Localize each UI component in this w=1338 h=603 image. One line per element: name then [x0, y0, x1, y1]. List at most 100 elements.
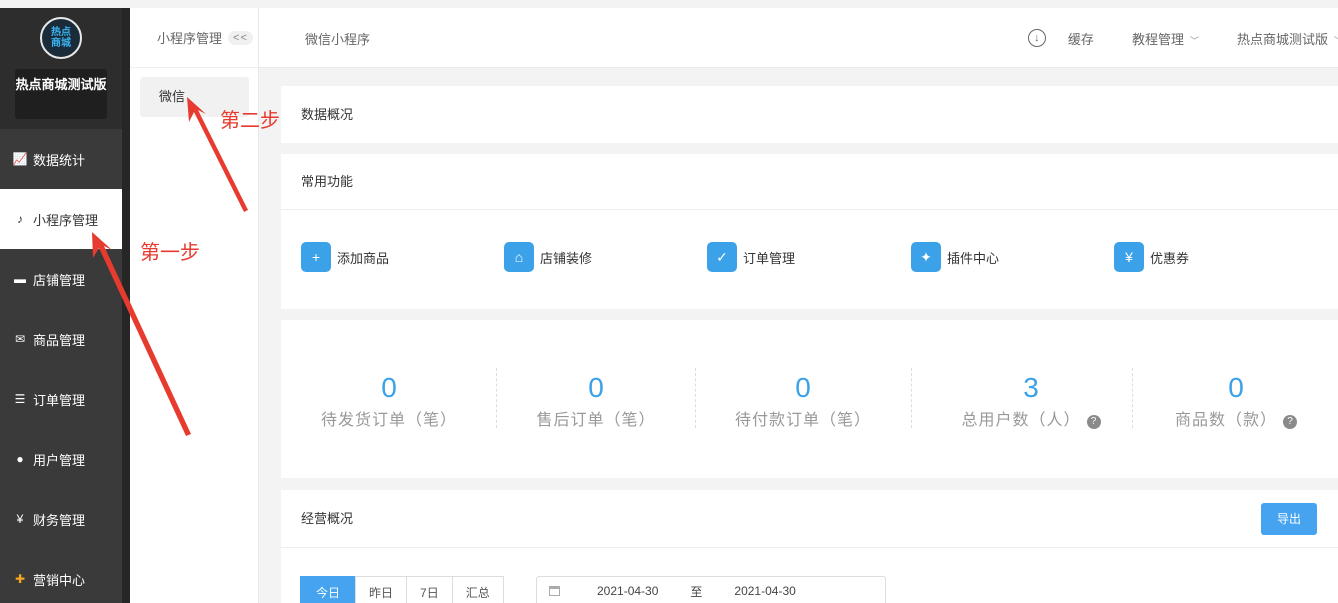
- func-label: 添加商品: [337, 250, 390, 266]
- help-icon[interactable]: ?: [1086, 415, 1101, 429]
- stat-divider: [695, 368, 696, 428]
- sidebar-item-label: 商品管理: [33, 332, 86, 348]
- stat-label-text: 总用户数（人）: [961, 412, 1081, 429]
- func-add-goods[interactable]: + 添加商品: [301, 242, 389, 272]
- range-tabs: 今日 昨日 7日 汇总: [300, 576, 504, 603]
- range-tab-yesterday[interactable]: 昨日: [355, 576, 408, 603]
- marketing-icon: ✚: [14, 572, 26, 586]
- sidebar-edge: [122, 8, 130, 603]
- main-sidebar: 热点商城 热点商城测试版 📈 数据统计 ♪ 小程序管理 ▬ 店铺管理 ✉ 商品管理 ☰ 订…: [0, 8, 122, 603]
- logo[interactable]: 热点商城: [40, 17, 82, 59]
- goods-icon: ✉: [14, 332, 26, 346]
- shop-name[interactable]: 热点商城测试版: [15, 69, 107, 119]
- overview-title: 数据概况: [301, 107, 354, 122]
- func-label: 订单管理: [743, 250, 796, 266]
- stat-value: 0: [381, 372, 397, 403]
- sub-nav: 小程序管理 << 微信: [130, 8, 259, 603]
- breadcrumb: 微信小程序: [305, 32, 371, 47]
- stat-label-text: 商品数（款）: [1174, 412, 1277, 429]
- chart-line-icon: 📈: [12, 152, 28, 166]
- add-goods-icon: +: [301, 242, 331, 272]
- func-coupon[interactable]: ¥ 优惠券: [1114, 242, 1189, 272]
- collapse-button[interactable]: <<: [228, 30, 253, 45]
- stat-divider: [1132, 368, 1133, 428]
- miniprogram-icon: ♪: [17, 212, 23, 226]
- range-tab-today[interactable]: 今日: [300, 576, 357, 603]
- stat-label: 售后订单（笔）: [536, 412, 656, 429]
- sidebar-item-label: 营销中心: [33, 572, 86, 588]
- sidebar-item-miniprogram[interactable]: ♪ 小程序管理: [0, 189, 122, 249]
- func-store-decor[interactable]: ⌂ 店铺装修: [504, 242, 592, 272]
- stat-label: 总用户数（人）?: [931, 406, 1131, 430]
- stat-value: 3: [1023, 372, 1039, 403]
- stats-card: 0 待发货订单（笔） 0 售后订单（笔） 0 待付款订单（笔） 3 总用户数（人）? 0…: [281, 320, 1338, 478]
- coupon-icon: ¥: [1114, 242, 1144, 272]
- func-plugin[interactable]: ✦ 插件中心: [911, 242, 999, 272]
- stat-value: 0: [795, 372, 811, 403]
- sidebar-item-goods[interactable]: ✉ 商品管理: [0, 309, 122, 369]
- plugin-icon: ✦: [911, 242, 941, 272]
- date-separator: 至: [690, 584, 703, 599]
- sidebar-item-users[interactable]: ● 用户管理: [0, 429, 122, 489]
- stat-value: 0: [1228, 372, 1244, 403]
- stat-pending-ship[interactable]: 0 待发货订单（笔）: [301, 370, 477, 430]
- finance-icon: ¥: [16, 512, 24, 526]
- user-icon: ●: [16, 452, 24, 466]
- step2-label: 第二步: [220, 110, 280, 132]
- sidebar-item-finance[interactable]: ¥ 财务管理: [0, 489, 122, 549]
- overview-card: 数据概况: [281, 86, 1338, 143]
- sidebar-item-shop[interactable]: ▬ 店铺管理: [0, 249, 122, 309]
- tutorial-label: 教程管理: [1131, 31, 1184, 47]
- range-tab-total[interactable]: 汇总: [451, 576, 504, 603]
- sub-nav-header: 小程序管理 <<: [130, 8, 258, 68]
- func-label: 插件中心: [947, 250, 1000, 266]
- logo-text: 热点商城: [51, 27, 71, 49]
- stat-total-users[interactable]: 3 总用户数（人）?: [931, 370, 1131, 430]
- sidebar-item-label: 订单管理: [33, 392, 86, 408]
- business-title: 经营概况: [281, 490, 1338, 548]
- functions-list: + 添加商品 ⌂ 店铺装修 ✓ 订单管理 ✦ 插件中心 ¥ 优惠券: [281, 210, 1338, 310]
- func-order-manage[interactable]: ✓ 订单管理: [707, 242, 795, 272]
- stat-pending-pay[interactable]: 0 待付款订单（笔）: [711, 370, 895, 430]
- sub-nav-title: 小程序管理: [157, 31, 223, 46]
- range-tab-7days[interactable]: 7日: [406, 576, 453, 603]
- top-header: 微信小程序 ↓ 缓存 教程管理 ﹀ 热点商城测试版 ﹀: [259, 8, 1338, 68]
- account-dropdown[interactable]: 热点商城测试版 ﹀: [1237, 29, 1338, 48]
- sidebar-item-label: 财务管理: [33, 512, 86, 528]
- func-label: 优惠券: [1150, 250, 1190, 266]
- export-button[interactable]: 导出: [1261, 503, 1317, 535]
- download-icon[interactable]: ↓: [1027, 29, 1046, 47]
- sidebar-item-stats[interactable]: 📈 数据统计: [0, 129, 122, 189]
- sidebar-item-label: 数据统计: [33, 152, 86, 168]
- business-card: 经营概况 导出 今日 昨日 7日 汇总 2021-04-30 至 2021-04…: [281, 490, 1338, 603]
- stat-after-sale[interactable]: 0 售后订单（笔）: [511, 370, 681, 430]
- chevron-down-icon: ﹀: [1334, 36, 1338, 46]
- sidebar-item-marketing[interactable]: ✚ 营销中心: [0, 549, 122, 603]
- sidebar-item-label: 小程序管理: [33, 212, 99, 228]
- chevron-down-icon: ﹀: [1189, 35, 1199, 46]
- logo-area: 热点商城 热点商城测试版: [0, 8, 122, 129]
- stat-label: 商品数（款）?: [1151, 406, 1321, 430]
- sidebar-item-orders[interactable]: ☰ 订单管理: [0, 369, 122, 429]
- cache-button[interactable]: 缓存: [1068, 29, 1094, 48]
- date-to[interactable]: 2021-04-30: [734, 584, 795, 598]
- tutorial-dropdown[interactable]: 教程管理 ﹀: [1132, 29, 1199, 48]
- stat-value: 0: [588, 372, 604, 403]
- order-manage-icon: ✓: [707, 242, 737, 272]
- calendar-icon: [549, 586, 560, 596]
- stat-divider: [496, 368, 497, 428]
- functions-card: 常用功能 + 添加商品 ⌂ 店铺装修 ✓ 订单管理 ✦ 插件中心 ¥ 优惠券: [281, 154, 1338, 309]
- date-from[interactable]: 2021-04-30: [597, 584, 658, 598]
- date-range-picker[interactable]: 2021-04-30 至 2021-04-30: [536, 576, 886, 603]
- shop-icon: ▬: [14, 272, 26, 286]
- stat-goods-count[interactable]: 0 商品数（款）?: [1151, 370, 1321, 430]
- order-icon: ☰: [14, 392, 26, 406]
- step1-label: 第一步: [140, 242, 200, 264]
- help-icon[interactable]: ?: [1283, 415, 1297, 429]
- stat-label: 待付款订单（笔）: [734, 412, 871, 429]
- sidebar-item-label: 用户管理: [33, 452, 86, 468]
- sidebar-item-label: 店铺管理: [33, 272, 86, 288]
- stat-label: 待发货订单（笔）: [320, 412, 457, 429]
- functions-title: 常用功能: [281, 154, 1338, 210]
- stat-divider: [911, 368, 912, 428]
